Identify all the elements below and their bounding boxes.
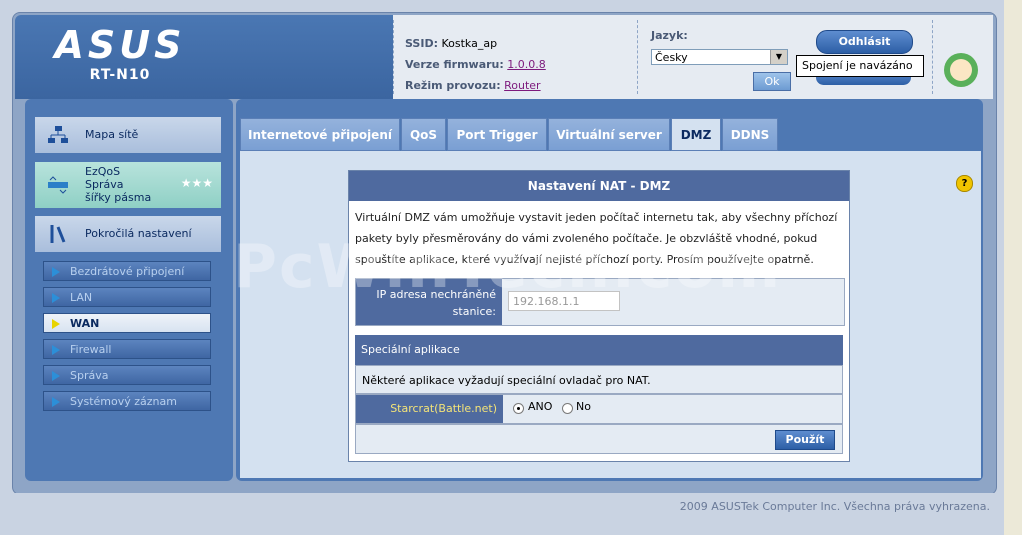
subitem-label: Systémový záznam — [70, 395, 177, 408]
starcraft-label: Starcrat(Battle.net) — [356, 395, 503, 423]
subitem-label: WAN — [70, 317, 100, 330]
ip-label-line: stanice: — [452, 305, 496, 318]
language-picker: Jazyk: Česky ▼ — [651, 29, 788, 65]
brand-name: ASUS — [54, 23, 186, 67]
triangle-icon — [52, 319, 60, 329]
divider — [637, 20, 638, 94]
subitem-firewall[interactable]: Firewall — [43, 339, 211, 359]
sidebar-item-ezqos[interactable]: EzQoS Správa šířky pásma ★★★ — [35, 162, 221, 208]
firmware-link[interactable]: 1.0.0.8 — [507, 58, 545, 71]
mode-label: Režim provozu: — [405, 79, 501, 92]
radio-no[interactable] — [562, 403, 573, 414]
radio-yes-label: ANO — [528, 400, 553, 413]
subitem-label: Správa — [70, 369, 109, 382]
special-apps-description: Některé aplikace vyžadují speciální ovla… — [355, 365, 843, 394]
ezqos-icon — [48, 176, 68, 194]
radio-no-label: No — [576, 400, 591, 413]
triangle-icon — [52, 371, 60, 381]
watermark: PcWinTech.com — [233, 232, 783, 302]
tab-port-trigger[interactable]: Port Trigger — [447, 118, 547, 151]
logout-button[interactable]: Odhlásit — [816, 30, 913, 54]
apply-button[interactable]: Použít — [775, 430, 835, 450]
triangle-icon — [52, 345, 60, 355]
tab-qos[interactable]: QoS — [401, 118, 446, 151]
special-apps-title: Speciální aplikace — [355, 335, 843, 365]
radio-yes[interactable] — [513, 403, 524, 414]
sidebar-item-label: Pokročilá nastavení — [85, 227, 192, 240]
subitem-label: LAN — [70, 291, 93, 304]
help-icon[interactable]: ? — [956, 175, 973, 192]
ok-button[interactable]: Ok — [753, 72, 791, 91]
info-box: SSID: Kostka_ap Verze firmwaru: 1.0.0.8 … — [393, 15, 800, 99]
ssid-value: Kostka_ap — [441, 37, 498, 50]
tab-dmz[interactable]: DMZ — [671, 118, 721, 151]
tab-ddns[interactable]: DDNS — [722, 118, 778, 151]
subitem-lan[interactable]: LAN — [43, 287, 211, 307]
copyright: 2009 ASUSTek Computer Inc. Všechna práva… — [679, 500, 990, 513]
triangle-icon — [52, 293, 60, 303]
subitem-wireless[interactable]: Bezdrátové připojení — [43, 261, 211, 281]
connection-status-icon[interactable] — [944, 53, 978, 87]
ezqos-line: EzQoS — [85, 165, 121, 178]
model-name: RT-N10 — [89, 67, 151, 83]
sidebar-item-label: Mapa sítě — [85, 128, 139, 141]
mode-link[interactable]: Router — [504, 79, 540, 92]
sidebar-item-network-map[interactable]: Mapa sítě — [35, 117, 221, 153]
language-label: Jazyk: — [651, 29, 688, 42]
ezqos-line: šířky pásma — [85, 191, 152, 204]
asus-logo: ASUS RT-N10 — [45, 25, 195, 95]
triangle-icon — [52, 267, 60, 277]
divider — [393, 20, 394, 94]
scrollbar[interactable] — [1004, 0, 1022, 535]
sidebar-item-advanced[interactable]: Pokročilá nastavení — [35, 216, 221, 252]
tab-virtual-server[interactable]: Virtuální server — [548, 118, 670, 151]
tab-internet[interactable]: Internetové připojení — [240, 118, 400, 151]
chevron-down-icon[interactable]: ▼ — [770, 50, 787, 64]
subitem-wan[interactable]: WAN — [43, 313, 211, 333]
panel-title: Nastavení NAT - DMZ — [349, 171, 849, 201]
language-select[interactable]: Česky ▼ — [651, 49, 788, 65]
subitem-label: Firewall — [70, 343, 112, 356]
divider — [932, 20, 933, 94]
subitem-system-log[interactable]: Systémový záznam — [43, 391, 211, 411]
ssid-label: SSID: — [405, 37, 438, 50]
router-info: SSID: Kostka_ap Verze firmwaru: 1.0.0.8 … — [405, 33, 546, 96]
sidebar-item-label: EzQoS Správa šířky pásma — [85, 165, 151, 204]
subitem-label: Bezdrátové připojení — [70, 265, 185, 278]
panel-footer: Použít — [355, 424, 843, 454]
dmz-panel: Nastavení NAT - DMZ Virtuální DMZ vám um… — [348, 170, 850, 462]
network-map-icon — [48, 126, 68, 143]
stars-icon: ★★★ — [180, 176, 213, 190]
sidebar: Mapa sítě EzQoS Správa šířky pásma ★★★ P… — [25, 99, 233, 481]
starcraft-row: Starcrat(Battle.net) ANO No — [355, 394, 843, 424]
tools-icon — [50, 225, 66, 243]
status-tooltip: Spojení je navázáno — [796, 55, 924, 77]
language-selected: Česky — [655, 51, 688, 64]
triangle-icon — [52, 397, 60, 407]
firmware-label: Verze firmwaru: — [405, 58, 504, 71]
subitem-administration[interactable]: Správa — [43, 365, 211, 385]
ezqos-line: Správa — [85, 178, 124, 191]
